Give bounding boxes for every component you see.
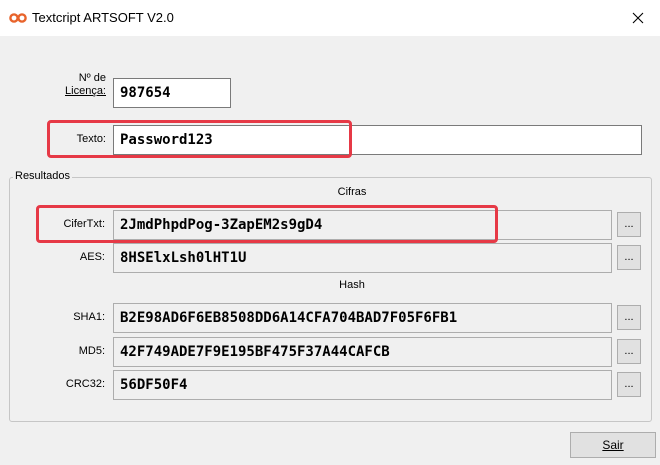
close-icon [632,12,644,24]
license-label-line2-text: Licença: [65,85,106,97]
texto-highlight [47,120,352,158]
license-input[interactable]: 987654 [113,78,231,108]
cifertxt-browse-button[interactable]: ... [617,212,641,237]
app-window: Textcript ARTSOFT V2.0 Nº de Licença: 98… [0,0,660,465]
sha1-field[interactable]: B2E98AD6F6EB8508DD6A14CFA704BAD7F05F6FB1 [113,303,612,333]
exit-button-label: Sair [602,438,624,452]
sha1-label: SHA1: [73,311,105,323]
license-label-line1: Nº de [78,72,106,84]
aes-field[interactable]: 8HSElxLsh0lHT1U [113,243,612,273]
cifertxt-highlight [36,205,498,243]
infinity-logo-icon [9,13,27,23]
cifras-section-title: Cifras [337,186,367,198]
md5-field[interactable]: 42F749ADE7F9E195BF475F37A44CAFCB [113,337,612,367]
md5-label: MD5: [78,345,105,357]
title-bar[interactable]: Textcript ARTSOFT V2.0 [0,0,660,36]
crc32-browse-button[interactable]: ... [617,372,641,397]
exit-button[interactable]: Sair [570,432,656,458]
license-label-line2: Licença: [58,85,106,98]
window-title: Textcript ARTSOFT V2.0 [32,10,174,25]
aes-label: AES: [79,251,105,263]
crc32-field[interactable]: 56DF50F4 [113,370,612,400]
results-group-label: Resultados [13,170,73,182]
hash-section-title: Hash [339,279,365,291]
aes-browse-button[interactable]: ... [617,245,641,270]
license-label: Nº de Licença: [58,72,106,98]
close-button[interactable] [616,0,660,36]
crc32-label: CRC32: [65,378,105,390]
sha1-browse-button[interactable]: ... [617,305,641,330]
md5-browse-button[interactable]: ... [617,339,641,364]
